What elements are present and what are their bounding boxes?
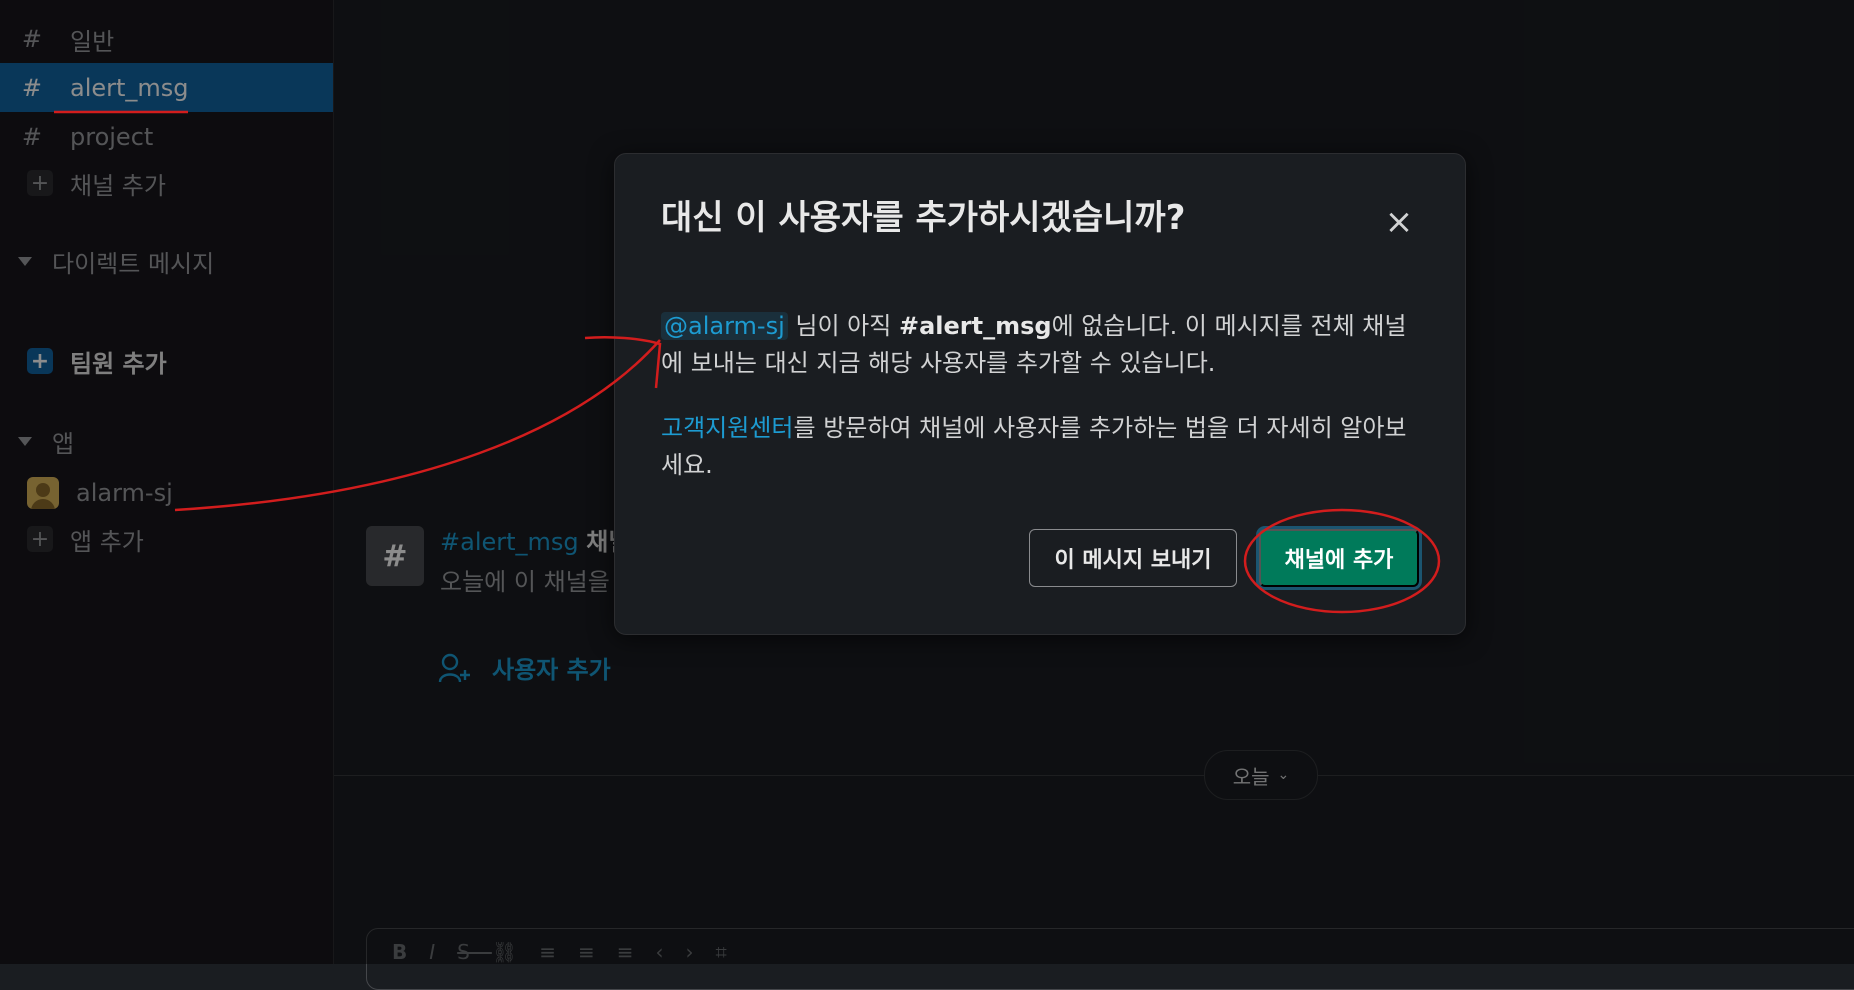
annotation-arrow (174, 339, 661, 512)
annotation-circle (1243, 508, 1441, 614)
annotation-arrow-head (584, 336, 662, 389)
annotation-overlay (54, 110, 1441, 614)
